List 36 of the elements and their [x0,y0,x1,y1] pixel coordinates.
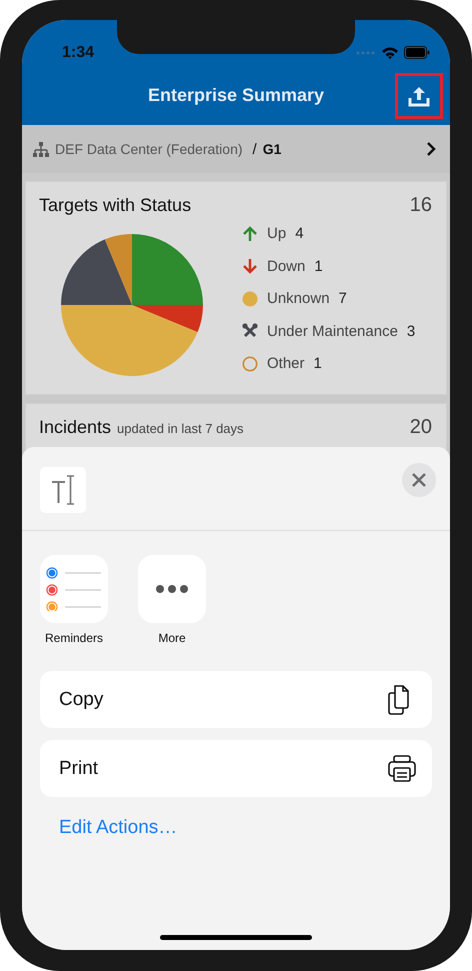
breadcrumb-separator: / [252,140,257,158]
hierarchy-icon [33,142,49,156]
text-cursor-icon [50,473,76,507]
close-icon [412,473,426,487]
close-button[interactable] [402,463,436,497]
legend-label: Under Maintenance [267,322,398,340]
legend-label: Down [267,258,306,275]
battery-icon [404,46,430,59]
list-icon [46,567,102,611]
legend-label: Other [267,355,305,372]
share-button[interactable] [395,73,443,119]
legend-label: Up [267,225,286,242]
chevron-icon[interactable] [426,141,436,157]
legend-count: 4 [295,225,304,242]
more-icon [155,584,189,594]
printer-icon [388,754,416,782]
wifi-icon [381,46,399,59]
signal-icon [356,50,376,54]
edit-actions-link[interactable]: Edit Actions… [59,817,178,839]
action-button[interactable]: Print [40,740,432,797]
card-total: 16 [410,194,432,217]
card-title: Incidents [39,417,112,438]
status-time: 1:34 [62,44,94,62]
screen-title: Enterprise Summary [148,84,324,106]
breadcrumb-parent[interactable]: DEF Data Center (Federation) [55,141,243,157]
card-total: 20 [410,416,432,439]
legend-count: 1 [314,258,323,275]
legend-count: 7 [338,290,347,308]
card-title: Targets with Status [39,195,192,216]
legend-count: 1 [314,355,322,372]
breadcrumb-current: G1 [262,141,282,157]
legend-label: Unknown [267,290,330,308]
action-button[interactable]: Copy [40,671,432,728]
share-icon [408,85,430,107]
legend-count: 3 [406,322,416,340]
card-subtitle: updated in last 7 days [117,421,244,436]
